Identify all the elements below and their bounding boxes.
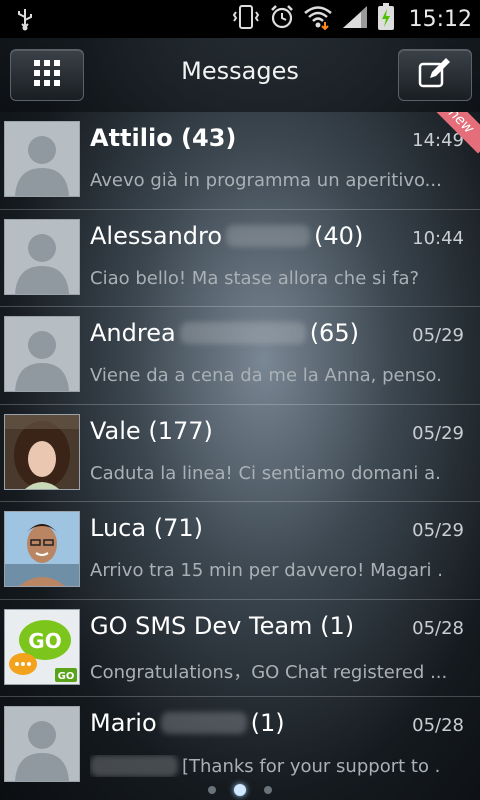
contact-name: Attilio (43) xyxy=(90,124,237,152)
contact-name: Andrea (65) xyxy=(90,319,359,347)
message-preview: Congratulations，GO Chat registered ... xyxy=(90,661,448,683)
contact-name: Luca (71) xyxy=(90,514,203,542)
contact-photo xyxy=(4,413,80,490)
compose-button[interactable] xyxy=(398,49,472,101)
status-bar: 15:12 xyxy=(0,0,480,38)
vibrate-icon xyxy=(231,4,261,34)
conversation-row[interactable]: Vale (177) 05/29 Caduta la linea! Ci sen… xyxy=(0,405,480,502)
message-count: (43) xyxy=(181,124,237,152)
redacted-surname xyxy=(226,224,311,247)
message-time: 05/28 xyxy=(412,617,464,639)
message-time: 05/29 xyxy=(412,520,464,541)
message-preview: Caduta la linea! Ci sentiamo domani a. xyxy=(90,462,441,484)
page-indicator xyxy=(0,784,480,796)
message-time: 10:44 xyxy=(412,227,464,249)
conversation-row[interactable]: GO GO GO SMS Dev Team (1) 05/28 Congratu… xyxy=(0,600,480,697)
alarm-icon xyxy=(269,4,295,34)
compose-icon xyxy=(418,58,452,92)
message-time: 05/28 xyxy=(412,715,464,736)
message-preview: [Thanks for your support to . xyxy=(90,755,460,777)
message-time: 05/29 xyxy=(412,422,464,444)
conversation-list: Attilio (43) 14:49 Avevo già in programm… xyxy=(0,112,480,795)
message-time: 05/29 xyxy=(412,325,464,346)
default-avatar xyxy=(4,316,80,392)
message-preview: Ciao bello! Ma stase allora che si fa? xyxy=(90,267,420,289)
redacted-surname xyxy=(179,322,306,344)
default-avatar xyxy=(4,121,80,197)
svg-text:GO: GO xyxy=(28,629,61,653)
default-avatar xyxy=(4,218,80,295)
app-header: Messages xyxy=(0,38,480,112)
page-dot-active[interactable] xyxy=(234,784,246,796)
contact-photo xyxy=(4,511,80,587)
message-preview: Viene da a cena da me la Anna, penso. xyxy=(90,365,442,386)
page-dot[interactable] xyxy=(208,786,216,794)
conversation-row[interactable]: Alessandro (40) 10:44 Ciao bello! Ma stas… xyxy=(0,210,480,307)
message-count: (71) xyxy=(153,514,203,542)
new-badge: new xyxy=(434,112,480,154)
contact-name: Vale (177) xyxy=(90,416,213,445)
conversation-row[interactable]: Attilio (43) 14:49 Avevo già in programm… xyxy=(0,112,480,210)
svg-text:GO: GO xyxy=(58,671,75,682)
conversation-row[interactable]: Luca (71) 05/29 Arrivo tra 15 min per da… xyxy=(0,502,480,600)
battery-charging-icon xyxy=(377,3,395,35)
wifi-icon xyxy=(303,4,333,34)
contact-name: Alessandro (40) xyxy=(90,221,364,250)
usb-icon xyxy=(14,7,36,35)
default-avatar xyxy=(4,706,80,782)
status-time: 15:12 xyxy=(408,6,472,32)
message-count: (40) xyxy=(314,221,364,250)
message-count: (1) xyxy=(320,611,355,640)
contact-name: GO SMS Dev Team (1) xyxy=(90,611,355,640)
conversation-row[interactable]: Mario (1) 05/28 [Thanks for your support … xyxy=(0,697,480,795)
message-preview: Avevo già in programma un aperitivo... xyxy=(90,170,442,191)
message-count: (1) xyxy=(250,709,285,737)
contact-name: Mario (1) xyxy=(90,709,285,737)
signal-icon xyxy=(341,4,369,34)
redacted-text xyxy=(90,755,178,777)
redacted-surname xyxy=(160,712,247,734)
page-dot[interactable] xyxy=(264,786,272,794)
go-sms-logo: GO GO xyxy=(4,608,80,685)
message-count: (177) xyxy=(148,416,213,445)
conversation-row[interactable]: Andrea (65) 05/29 Viene da a cena da me l… xyxy=(0,307,480,405)
message-count: (65) xyxy=(309,319,359,347)
message-preview: Arrivo tra 15 min per davvero! Magari . xyxy=(90,560,443,581)
